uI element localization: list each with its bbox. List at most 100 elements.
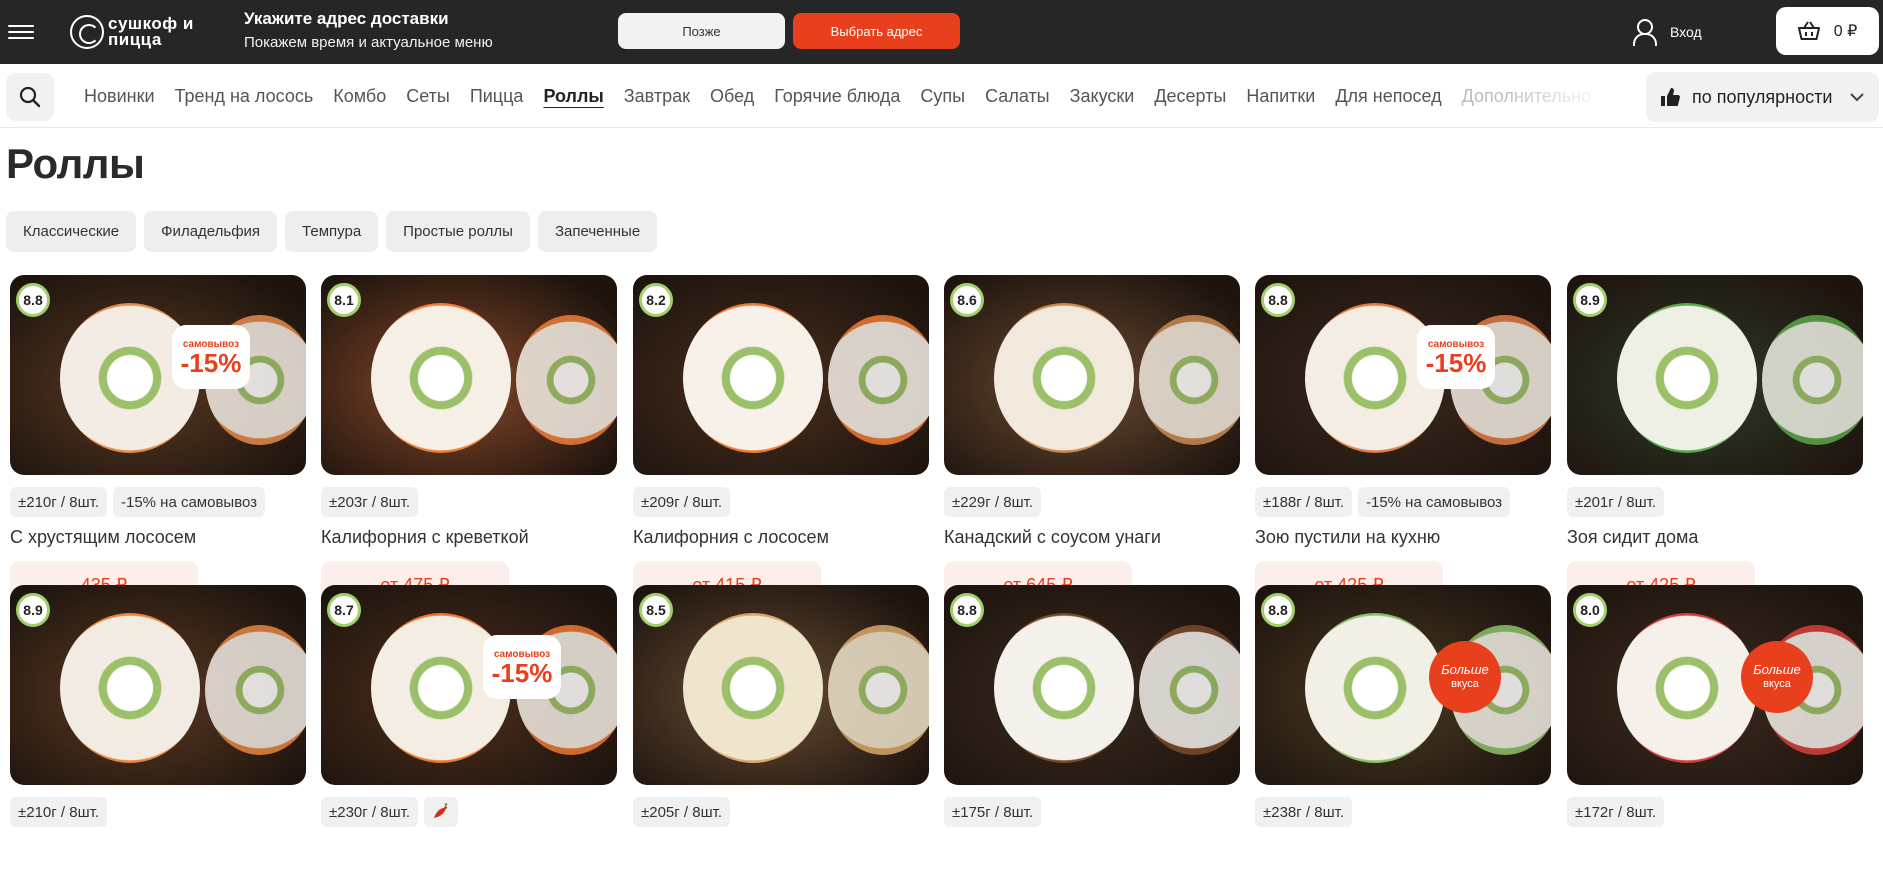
thumbs-up-icon [1661,88,1680,106]
cart-button[interactable]: 0 ₽ [1776,7,1879,55]
chevron-down-icon [1850,93,1864,102]
choose-address-button[interactable]: Выбрать адрес [793,13,960,49]
badge-discount: -15% [180,347,242,378]
product-tags: ±205г / 8шт. [633,797,929,827]
roll-illustration [516,315,617,445]
product-name[interactable]: Калифорния с лососем [633,527,929,549]
tab-category[interactable]: Завтрак [624,86,690,107]
cart-total: 0 ₽ [1833,23,1858,40]
product-name[interactable]: С хрустящим лососем [10,527,306,549]
product-image[interactable]: 8.7 самовывоз -15% [321,585,617,785]
pickup-discount-badge: самовывоз -15% [483,635,561,699]
tab-category[interactable]: Горячие блюда [774,86,900,107]
product-image[interactable]: 8.9 [1567,275,1863,475]
product-image[interactable]: 8.5 [633,585,929,785]
product-name[interactable]: Канадский с соусом унаги [944,527,1240,549]
sort-dropdown[interactable]: по популярности [1646,72,1879,122]
tab-category[interactable]: Комбо [333,86,386,107]
product-card[interactable]: 8.6±229г / 8шт.Канадский с соусом унагио… [944,275,1240,609]
tab-category[interactable]: Обед [710,86,754,107]
product-image[interactable]: 8.9 [10,585,306,785]
rating-badge: 8.8 [16,283,50,317]
weight-tag: ±229г / 8шт. [944,487,1041,517]
product-card[interactable]: 8.0 Больше вкуса ±172г / 8шт. [1567,585,1863,827]
product-image[interactable]: 8.2 [633,275,929,475]
roll-illustration [1139,315,1240,445]
roll-illustration [1762,315,1863,445]
product-name[interactable]: Калифорния с креветкой [321,527,617,549]
weight-tag: ±175г / 8шт. [944,797,1041,827]
tab-category[interactable]: Пицца [470,86,524,107]
product-image[interactable]: 8.8 Больше вкуса [1255,585,1551,785]
sort-label: по популярности [1692,86,1833,107]
product-card[interactable]: 8.9 ±210г / 8шт. [10,585,306,827]
weight-tag: ±172г / 8шт. [1567,797,1664,827]
rating-badge: 8.8 [950,593,984,627]
product-card[interactable]: 8.5 ±205г / 8шт. [633,585,929,827]
roll-illustration [1305,613,1445,763]
tab-category[interactable]: Десерты [1154,86,1226,107]
roll-illustration [371,303,511,453]
tab-category[interactable]: Сеты [406,86,450,107]
product-tags: ±229г / 8шт. [944,487,1240,517]
product-name[interactable]: Зою пустили на кухню [1255,527,1551,549]
product-tags: ±175г / 8шт. [944,797,1240,827]
badge-caption: Больше [1441,662,1489,677]
rating-badge: 8.6 [950,283,984,317]
product-card[interactable]: 8.8 Больше вкуса ±238г / 8шт. [1255,585,1551,827]
product-card[interactable]: 8.2±209г / 8шт.Калифорния с лососемот 41… [633,275,929,609]
tab-category[interactable]: Тренд на лосось [175,86,314,107]
product-tags: ±210г / 8шт. -15% на самовывоз [10,487,306,517]
rating-badge: 8.2 [639,283,673,317]
product-card[interactable]: 8.7 самовывоз -15% ±230г / 8шт. [321,585,617,827]
filter-chips: Классические Филадельфия Темпура Простые ро… [6,211,665,252]
weight-tag: ±205г / 8шт. [633,797,730,827]
filter-chip[interactable]: Классические [6,211,137,252]
login-button[interactable]: Вход [1632,16,1702,48]
tab-category[interactable]: Роллы [543,86,603,107]
tab-category[interactable]: Салаты [985,86,1050,107]
product-card[interactable]: 8.8 ±175г / 8шт. [944,585,1240,827]
rating-badge: 8.8 [1261,593,1295,627]
tab-category[interactable]: Супы [920,86,965,107]
top-bar: сушкоф и пицца Укажите адрес доставки По… [0,0,1883,64]
roll-illustration [683,303,823,453]
product-card[interactable]: 8.8 самовывоз -15% ±210г / 8шт. -15% на само… [10,275,306,609]
badge-caption: вкуса [1763,678,1791,690]
filter-chip[interactable]: Филадельфия [144,211,278,252]
search-button[interactable] [6,73,54,121]
product-card[interactable]: 8.9±201г / 8шт.Зоя сидит домаот 425 ₽ [1567,275,1863,609]
spicy-chili-icon [423,797,458,827]
rating-badge: 8.7 [327,593,361,627]
badge-caption: вкуса [1451,678,1479,690]
product-image[interactable]: 8.8 [944,585,1240,785]
product-tags: ±230г / 8шт. [321,797,617,827]
product-image[interactable]: 8.6 [944,275,1240,475]
weight-tag: ±201г / 8шт. [1567,487,1664,517]
product-tags: ±203г / 8шт. [321,487,617,517]
tab-category[interactable]: Закуски [1070,86,1135,107]
product-tags: ±172г / 8шт. [1567,797,1863,827]
tab-category[interactable]: Для непосед [1335,86,1441,107]
product-image[interactable]: 8.8 самовывоз -15% [10,275,306,475]
filter-chip[interactable]: Запеченные [537,211,658,252]
logo[interactable]: сушкоф и пицца [70,12,218,52]
product-image[interactable]: 8.1 [321,275,617,475]
search-icon [19,86,41,108]
later-button[interactable]: Позже [618,13,785,49]
product-image[interactable]: 8.8 самовывоз -15% [1255,275,1551,475]
address-title[interactable]: Укажите адрес доставки [244,9,449,29]
weight-tag: ±210г / 8шт. [10,797,107,827]
filter-chip[interactable]: Темпура [285,211,379,252]
weight-tag: ±238г / 8шт. [1255,797,1352,827]
product-card[interactable]: 8.8 самовывоз -15% ±188г / 8шт. -15% на само… [1255,275,1551,609]
tab-category[interactable]: Напитки [1246,86,1315,107]
menu-icon[interactable] [6,19,36,45]
tab-category[interactable]: Новинки [84,86,155,107]
discount-tag: -15% на самовывоз [1357,487,1511,517]
filter-chip[interactable]: Простые роллы [386,211,530,252]
basket-icon [1797,21,1820,40]
product-card[interactable]: 8.1±203г / 8шт.Калифорния с креветкойот … [321,275,617,609]
product-image[interactable]: 8.0 Больше вкуса [1567,585,1863,785]
product-name[interactable]: Зоя сидит дома [1567,527,1863,549]
